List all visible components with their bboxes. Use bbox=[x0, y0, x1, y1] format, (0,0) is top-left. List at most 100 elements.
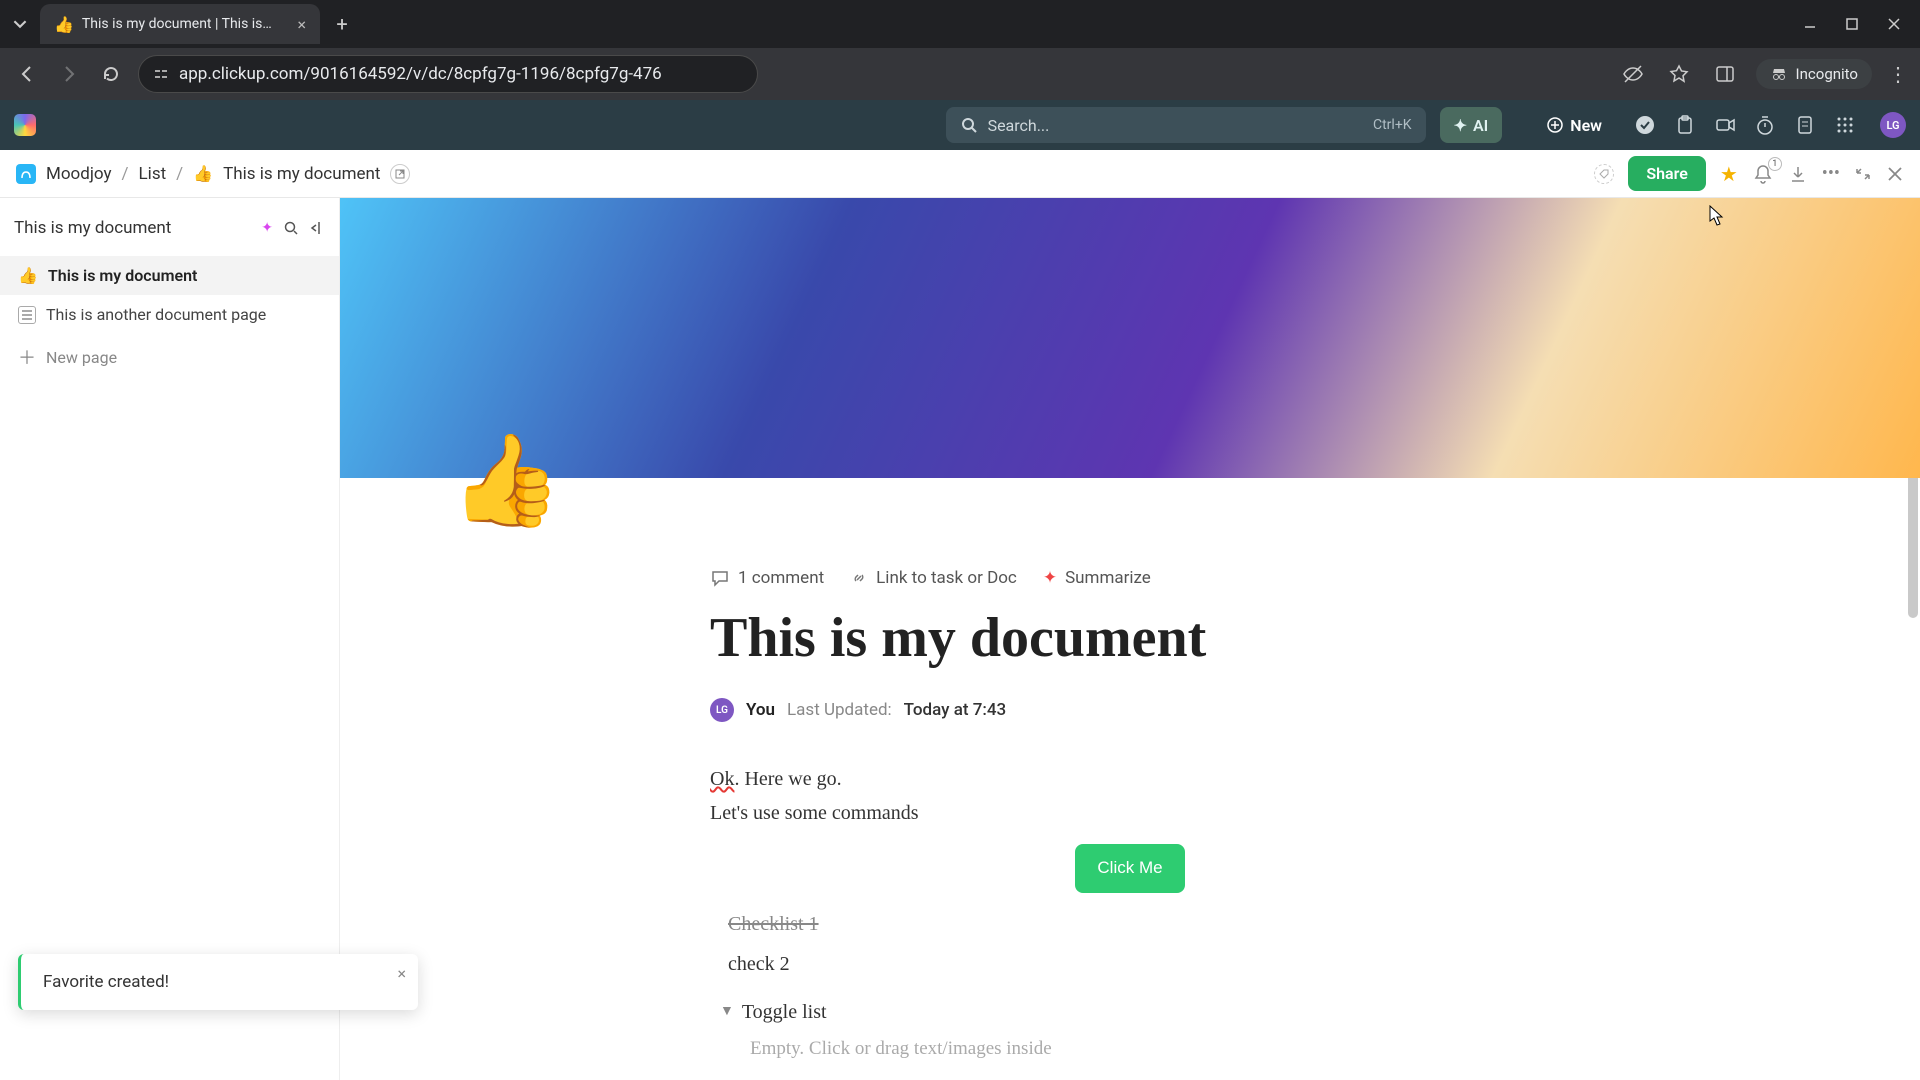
eye-off-icon[interactable] bbox=[1618, 59, 1648, 89]
address-bar[interactable]: app.clickup.com/9016164592/v/dc/8cpfg7g-… bbox=[138, 55, 758, 93]
search-icon bbox=[960, 116, 978, 134]
bookmark-star-icon[interactable] bbox=[1664, 59, 1694, 89]
download-icon[interactable] bbox=[1788, 164, 1808, 184]
browser-tab[interactable]: 👍 This is my document | This is m × bbox=[40, 4, 320, 44]
new-button[interactable]: New bbox=[1546, 116, 1602, 135]
spellerror-text: Ok bbox=[710, 768, 734, 790]
toast-message: Favorite created! bbox=[43, 972, 169, 992]
clickup-logo-icon[interactable] bbox=[14, 114, 36, 136]
close-icon[interactable] bbox=[1886, 165, 1904, 183]
check-circle-icon[interactable] bbox=[1634, 114, 1656, 136]
reload-button[interactable] bbox=[96, 59, 126, 89]
new-tab-button[interactable]: + bbox=[326, 8, 358, 40]
incognito-icon bbox=[1770, 65, 1788, 83]
doc-sidebar: This is my document ✦ 👍 This is my docum… bbox=[0, 198, 340, 1080]
author-name: You bbox=[746, 700, 775, 720]
breadcrumb-doc-title[interactable]: This is my document bbox=[223, 164, 380, 184]
notepad-icon[interactable] bbox=[1794, 114, 1816, 136]
document-icon bbox=[18, 306, 36, 324]
clipboard-icon[interactable] bbox=[1674, 114, 1696, 136]
tab-list-dropdown[interactable] bbox=[6, 10, 34, 38]
author-avatar[interactable]: LG bbox=[710, 698, 734, 722]
ai-button[interactable]: ✦ AI bbox=[1440, 107, 1503, 143]
open-external-icon[interactable] bbox=[390, 164, 410, 184]
close-window-icon[interactable] bbox=[1884, 14, 1904, 34]
new-label: New bbox=[1570, 116, 1602, 135]
doc-body[interactable]: Ok. Here we go. Let's use some commands … bbox=[710, 762, 1550, 1065]
last-updated-value: Today at 7:43 bbox=[904, 700, 1007, 720]
notif-count: 1 bbox=[1768, 157, 1782, 171]
collapse-sidebar-icon[interactable] bbox=[309, 220, 325, 236]
chevron-down-icon: ▼ bbox=[720, 1000, 734, 1024]
collapse-icon[interactable] bbox=[1854, 165, 1872, 183]
url-text: app.clickup.com/9016164592/v/dc/8cpfg7g-… bbox=[179, 64, 662, 84]
paragraph[interactable]: Ok. Here we go. bbox=[710, 762, 1550, 796]
toggle-list[interactable]: ▼ Toggle list bbox=[720, 995, 1550, 1029]
favorite-star-icon[interactable]: ★ bbox=[1720, 162, 1738, 186]
toggle-empty-placeholder[interactable]: Empty. Click or drag text/images inside bbox=[750, 1033, 1550, 1065]
ai-sparkle-icon[interactable]: ✦ bbox=[261, 220, 273, 236]
link-action[interactable]: Link to task or Doc bbox=[850, 568, 1017, 588]
window-controls bbox=[1800, 14, 1914, 34]
incognito-badge[interactable]: Incognito bbox=[1756, 59, 1872, 89]
toggle-label: Toggle list bbox=[742, 995, 827, 1029]
checklist-label: Checklist 1 bbox=[728, 907, 819, 941]
tag-icon[interactable] bbox=[1594, 164, 1614, 184]
sidebar-item-doc[interactable]: 👍 This is my document bbox=[0, 256, 339, 295]
site-settings-icon[interactable] bbox=[153, 66, 169, 82]
global-search[interactable]: Search... Ctrl+K bbox=[946, 107, 1426, 143]
thumbsup-icon: 👍 bbox=[18, 266, 38, 285]
plus-icon: ＋ bbox=[18, 344, 36, 370]
sidebar-item-doc[interactable]: This is another document page bbox=[0, 295, 339, 334]
search-icon[interactable] bbox=[283, 220, 299, 236]
maximize-icon[interactable] bbox=[1842, 14, 1862, 34]
video-icon[interactable] bbox=[1714, 114, 1736, 136]
comments-action[interactable]: 1 comment bbox=[710, 568, 824, 588]
browser-menu-icon[interactable]: ⋮ bbox=[1888, 62, 1908, 86]
grid-apps-icon[interactable] bbox=[1834, 114, 1856, 136]
click-me-button[interactable]: Click Me bbox=[1075, 844, 1184, 893]
link-label: Link to task or Doc bbox=[876, 568, 1017, 588]
document-canvas[interactable]: 👍 1 comment Link to task or Doc ✦ Summar… bbox=[340, 198, 1920, 1080]
incognito-label: Incognito bbox=[1796, 65, 1858, 83]
breadcrumb-parent[interactable]: List bbox=[139, 164, 167, 184]
breadcrumb-doc-emoji: 👍 bbox=[193, 164, 213, 183]
main-area: This is my document ✦ 👍 This is my docum… bbox=[0, 198, 1920, 1080]
notifications-button[interactable]: 1 bbox=[1752, 163, 1774, 185]
minimize-icon[interactable] bbox=[1800, 14, 1820, 34]
checklist-item[interactable]: check 2 bbox=[728, 947, 1550, 981]
ai-red-sparkle-icon: ✦ bbox=[1043, 568, 1057, 588]
search-shortcut: Ctrl+K bbox=[1373, 117, 1412, 133]
checklist-item[interactable]: Checklist 1 bbox=[728, 907, 1550, 941]
document-title[interactable]: This is my document bbox=[710, 606, 1550, 670]
ai-sparkle-icon: ✦ bbox=[1454, 116, 1467, 135]
close-tab-icon[interactable]: × bbox=[297, 15, 306, 34]
doc-meta-row: LG You Last Updated: Today at 7:43 bbox=[710, 698, 1550, 722]
breadcrumb-bar: Moodjoy / List / 👍 This is my document S… bbox=[0, 150, 1920, 198]
sidepanel-icon[interactable] bbox=[1710, 59, 1740, 89]
user-avatar[interactable]: LG bbox=[1880, 112, 1906, 138]
cover-image[interactable]: 👍 bbox=[340, 198, 1920, 478]
summarize-action[interactable]: ✦ Summarize bbox=[1043, 568, 1151, 588]
app-top-bar: Search... Ctrl+K ✦ AI New LG bbox=[0, 100, 1920, 150]
tab-title: This is my document | This is m bbox=[82, 16, 272, 32]
new-page-button[interactable]: ＋ New page bbox=[0, 334, 339, 380]
browser-tab-strip: 👍 This is my document | This is m × + bbox=[0, 0, 1920, 48]
paragraph[interactable]: Let's use some commands bbox=[710, 796, 1550, 830]
back-button[interactable] bbox=[12, 59, 42, 89]
ai-label: AI bbox=[1473, 116, 1488, 135]
browser-toolbar: app.clickup.com/9016164592/v/dc/8cpfg7g-… bbox=[0, 48, 1920, 100]
chevron-down-icon bbox=[13, 17, 27, 31]
summarize-label: Summarize bbox=[1065, 568, 1151, 588]
doc-header-emoji[interactable]: 👍 bbox=[450, 428, 562, 533]
share-button[interactable]: Share bbox=[1628, 156, 1706, 191]
close-icon[interactable]: × bbox=[397, 964, 406, 983]
comments-label: 1 comment bbox=[738, 568, 824, 588]
last-updated-label: Last Updated: bbox=[787, 700, 892, 720]
stopwatch-icon[interactable] bbox=[1754, 114, 1776, 136]
plus-circle-icon bbox=[1546, 116, 1564, 134]
more-menu-icon[interactable]: ••• bbox=[1822, 163, 1840, 184]
forward-button[interactable] bbox=[54, 59, 84, 89]
breadcrumb-workspace[interactable]: Moodjoy bbox=[46, 164, 112, 184]
doc-actions-row: 1 comment Link to task or Doc ✦ Summariz… bbox=[710, 568, 1550, 588]
